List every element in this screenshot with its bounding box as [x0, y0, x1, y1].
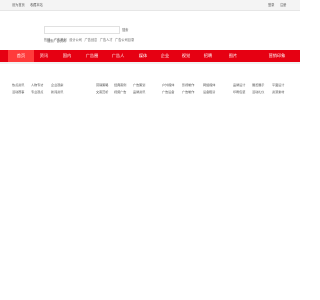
nav-item-ad-circle[interactable]: 广告圈: [80, 50, 104, 62]
category-link[interactable]: 企业观察: [51, 82, 63, 87]
search-box: [44, 26, 120, 44]
category-link[interactable]: 人物专访: [31, 82, 43, 87]
main-nav: 首页 资讯 国内 广告圈 广告人 媒体 企业 视觉 招聘 图片 营销印象: [0, 50, 300, 62]
category-link[interactable]: 经典案例: [114, 82, 126, 87]
nav-item-visual[interactable]: 视觉: [176, 50, 196, 62]
category-link[interactable]: 视频广告: [114, 89, 126, 94]
category-link[interactable]: 活动赛事: [12, 89, 24, 94]
subnav-divider: [0, 62, 300, 64]
category-link[interactable]: 平面设计: [272, 82, 284, 87]
category-link[interactable]: 广告策划: [133, 82, 145, 87]
nav-item-images[interactable]: 图片: [222, 50, 244, 62]
category-link[interactable]: 设备租赁: [203, 89, 215, 94]
login-link[interactable]: 登录: [268, 2, 274, 7]
category-link[interactable]: 文案赏析: [96, 89, 108, 94]
category-link[interactable]: 展览展示: [252, 82, 264, 87]
category-link[interactable]: 活动礼仪: [252, 89, 264, 94]
category-link[interactable]: 广告设备: [162, 89, 174, 94]
hot-word[interactable]: 广告创意: [85, 38, 98, 42]
hot-word[interactable]: 广告人才: [100, 38, 113, 42]
hot-word[interactable]: 广告策划: [54, 38, 67, 42]
category-link[interactable]: 新闻资讯: [51, 89, 63, 94]
nav-item-home[interactable]: 首页: [8, 50, 34, 62]
category-link[interactable]: 营销策略: [96, 82, 108, 87]
hot-words: 热搜: 广告策划 设计公司 广告创意 广告人才 广告公司目录: [44, 37, 136, 42]
category-link[interactable]: 印刷包装: [233, 89, 245, 94]
category-link[interactable]: 网络媒体: [203, 82, 215, 87]
nav-item-marketing[interactable]: 营销印象: [262, 50, 292, 62]
category-link[interactable]: 专业观点: [31, 89, 43, 94]
nav-item-jobs[interactable]: 招聘: [198, 50, 218, 62]
nav-item-ad-people[interactable]: 广告人: [106, 50, 130, 62]
category-link[interactable]: 资源素材: [272, 89, 284, 94]
category-link[interactable]: 品牌资讯: [133, 89, 145, 94]
bookmark-link[interactable]: 收藏本站: [30, 2, 43, 7]
category-link[interactable]: 热点资讯: [12, 82, 24, 87]
nav-item-news[interactable]: 资讯: [34, 50, 54, 62]
category-link[interactable]: 广告制作: [182, 89, 194, 94]
category-link[interactable]: 户外媒体: [162, 82, 174, 87]
top-bar: 设为首页 收藏本站 登录 注册: [0, 0, 300, 11]
hot-word[interactable]: 设计公司: [69, 38, 82, 42]
category-link[interactable]: 品牌设计: [233, 82, 245, 87]
search-button[interactable]: 搜索: [122, 27, 128, 32]
category-link[interactable]: 影视制作: [182, 82, 194, 87]
nav-item-enterprise[interactable]: 企业: [156, 50, 174, 62]
nav-item-domestic[interactable]: 国内: [56, 50, 78, 62]
hot-words-label: 热搜:: [44, 38, 52, 42]
set-homepage-link[interactable]: 设为首页: [12, 2, 25, 7]
register-link[interactable]: 注册: [280, 2, 286, 7]
nav-item-media[interactable]: 媒体: [132, 50, 154, 62]
hot-word[interactable]: 广告公司目录: [115, 38, 134, 42]
